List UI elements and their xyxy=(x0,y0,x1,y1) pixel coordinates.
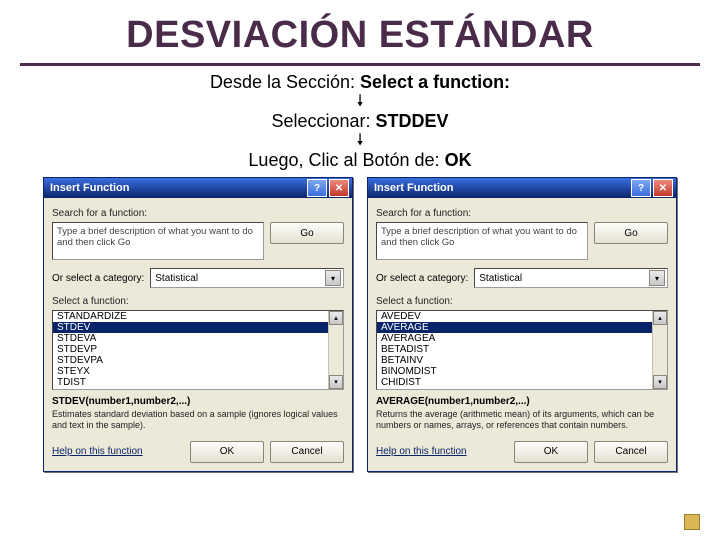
list-item[interactable]: AVERAGEA xyxy=(377,333,652,344)
search-label: Search for a function: xyxy=(376,208,668,219)
function-listbox[interactable]: AVEDEVAVERAGEAVERAGEABETADISTBETAINVBINO… xyxy=(376,310,668,390)
list-item[interactable]: STDEV xyxy=(53,322,328,333)
scroll-up-icon[interactable]: ▴ xyxy=(653,311,667,325)
scroll-down-icon[interactable]: ▾ xyxy=(653,375,667,389)
slide-bullet-icon xyxy=(684,514,700,530)
category-label: Or select a category: xyxy=(376,273,468,284)
list-item[interactable]: STDEVP xyxy=(53,344,328,355)
search-input[interactable]: Type a brief description of what you wan… xyxy=(376,222,588,260)
category-value: Statistical xyxy=(155,273,198,284)
step2-text: Seleccionar: xyxy=(271,111,375,131)
instruction-steps: Desde la Sección: Select a function: 🠗 S… xyxy=(0,72,720,171)
titlebar[interactable]: Insert Function ? ✕ xyxy=(368,178,676,198)
function-listbox[interactable]: STANDARDIZESTDEVSTDEVASTDEVPSTDEVPASTEYX… xyxy=(52,310,344,390)
go-button[interactable]: Go xyxy=(594,222,668,244)
list-item[interactable]: STDEVA xyxy=(53,333,328,344)
insert-function-dialog-left: Insert Function ? ✕ Search for a functio… xyxy=(43,177,353,472)
list-item[interactable]: AVERAGE xyxy=(377,322,652,333)
list-item[interactable]: STANDARDIZE xyxy=(53,311,328,322)
category-label: Or select a category: xyxy=(52,273,144,284)
scrollbar[interactable]: ▴ ▾ xyxy=(328,311,343,389)
cancel-button[interactable]: Cancel xyxy=(594,441,668,463)
chevron-down-icon[interactable]: ▾ xyxy=(649,270,665,286)
search-label: Search for a function: xyxy=(52,208,344,219)
divider xyxy=(20,63,700,66)
step3-bold: OK xyxy=(445,150,472,170)
ok-button[interactable]: OK xyxy=(514,441,588,463)
titlebar[interactable]: Insert Function ? ✕ xyxy=(44,178,352,198)
scroll-down-icon[interactable]: ▾ xyxy=(329,375,343,389)
cancel-button[interactable]: Cancel xyxy=(270,441,344,463)
category-select[interactable]: Statistical ▾ xyxy=(474,268,668,288)
function-syntax: STDEV(number1,number2,...) xyxy=(52,396,344,407)
dialogs-row: Insert Function ? ✕ Search for a functio… xyxy=(0,177,720,472)
scroll-up-icon[interactable]: ▴ xyxy=(329,311,343,325)
function-list-label: Select a function: xyxy=(52,296,344,307)
help-icon[interactable]: ? xyxy=(307,179,327,197)
list-item[interactable]: STDEVPA xyxy=(53,355,328,366)
dialog-title: Insert Function xyxy=(50,182,129,194)
list-item[interactable]: AVEDEV xyxy=(377,311,652,322)
function-syntax: AVERAGE(number1,number2,...) xyxy=(376,396,668,407)
category-select[interactable]: Statistical ▾ xyxy=(150,268,344,288)
list-item[interactable]: BINOMDIST xyxy=(377,366,652,377)
insert-function-dialog-right: Insert Function ? ✕ Search for a functio… xyxy=(367,177,677,472)
help-link[interactable]: Help on this function xyxy=(52,446,184,457)
chevron-down-icon[interactable]: ▾ xyxy=(325,270,341,286)
list-item[interactable]: BETAINV xyxy=(377,355,652,366)
scrollbar[interactable]: ▴ ▾ xyxy=(652,311,667,389)
category-value: Statistical xyxy=(479,273,522,284)
close-icon[interactable]: ✕ xyxy=(653,179,673,197)
list-item[interactable]: CHIDIST xyxy=(377,377,652,388)
down-arrow-icon: 🠗 xyxy=(0,134,720,148)
help-link[interactable]: Help on this function xyxy=(376,446,508,457)
dialog-title: Insert Function xyxy=(374,182,453,194)
function-list-label: Select a function: xyxy=(376,296,668,307)
list-item[interactable]: STEYX xyxy=(53,366,328,377)
ok-button[interactable]: OK xyxy=(190,441,264,463)
step1-bold: Select a function: xyxy=(360,72,510,92)
function-description: Returns the average (arithmetic mean) of… xyxy=(376,409,668,431)
step3-text: Luego, Clic al Botón de: xyxy=(248,150,444,170)
help-icon[interactable]: ? xyxy=(631,179,651,197)
page-title: DESVIACIÓN ESTÁNDAR xyxy=(0,0,720,59)
go-button[interactable]: Go xyxy=(270,222,344,244)
list-item[interactable]: BETADIST xyxy=(377,344,652,355)
search-input[interactable]: Type a brief description of what you wan… xyxy=(52,222,264,260)
down-arrow-icon: 🠗 xyxy=(0,95,720,109)
step1-text: Desde la Sección: xyxy=(210,72,360,92)
list-item[interactable]: TDIST xyxy=(53,377,328,388)
step2-bold: STDDEV xyxy=(376,111,449,131)
close-icon[interactable]: ✕ xyxy=(329,179,349,197)
function-description: Estimates standard deviation based on a … xyxy=(52,409,344,431)
